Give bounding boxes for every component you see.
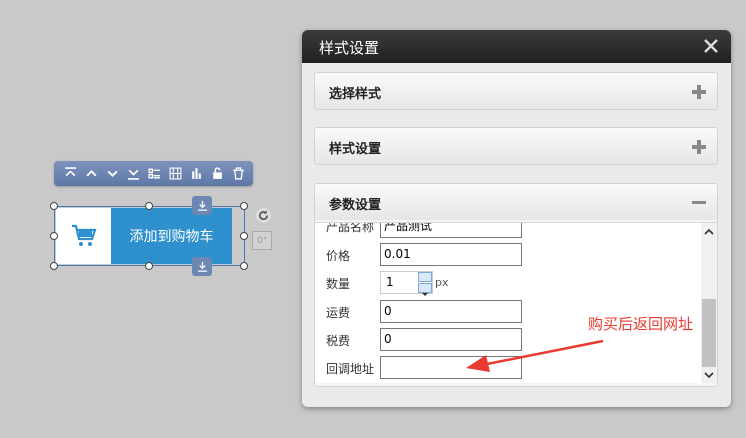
annotation-arrow (466, 339, 604, 372)
